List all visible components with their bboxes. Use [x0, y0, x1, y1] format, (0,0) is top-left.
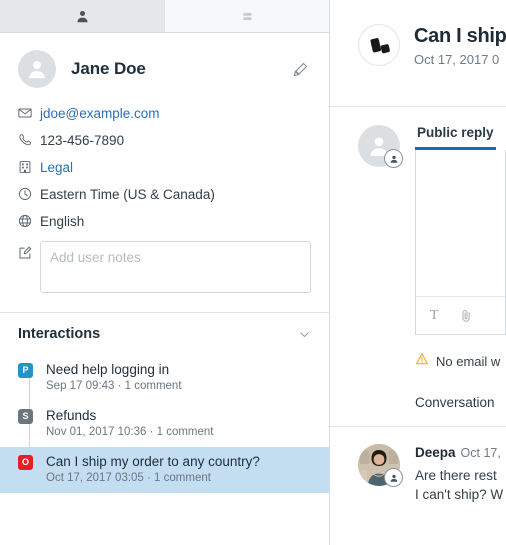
interaction-meta: Oct 17, 2017 03:05 · 1 comment [46, 472, 211, 484]
field-organization-value[interactable]: Legal [40, 156, 73, 177]
field-timezone: Eastern Time (US & Canada) [18, 183, 311, 210]
tab-public-reply[interactable]: Public reply [415, 125, 496, 150]
interaction-meta: Nov 01, 2017 10:36 · 1 comment [46, 426, 214, 438]
edit-profile-button[interactable] [290, 59, 311, 80]
sidebar-tabbar [0, 0, 329, 33]
interactions-title: Interactions [18, 326, 101, 342]
interaction-meta: Sep 17 09:43 · 1 comment [46, 380, 182, 392]
customer-sidebar: Jane Doe jdoe@example.com 123-456-7890 L… [0, 0, 330, 545]
interaction-body: Can I ship my order to any country? Oct … [46, 453, 260, 484]
interactions-list: P Need help logging in Sep 17 09:43 · 1 … [0, 355, 329, 493]
message-line: Are there rest [415, 468, 497, 483]
no-email-warning: No email w [415, 352, 506, 371]
interactions-section: Interactions P Need help logging in Sep … [0, 313, 329, 493]
conversation-date: Oct 17, 2017 0 [414, 52, 500, 67]
conversation-title-wrap: Can I ship Oct 17, 2017 0 [414, 24, 506, 67]
envelope-icon [18, 102, 40, 120]
pencil-icon [293, 62, 308, 81]
chevron-down-icon[interactable] [298, 328, 311, 341]
message-item: Deepa Oct 17, Are there rest I can't ship… [330, 427, 506, 504]
interactions-header[interactable]: Interactions [18, 313, 311, 355]
person-badge-icon [384, 468, 403, 487]
field-email-value[interactable]: jdoe@example.com [40, 102, 160, 123]
reply-editor-input[interactable] [416, 150, 505, 296]
clock-icon [18, 183, 40, 201]
list-item[interactable]: O Can I ship my order to any country? Oc… [0, 447, 329, 493]
field-email: jdoe@example.com [18, 102, 311, 129]
interaction-subject: Refunds [46, 408, 97, 423]
user-notes-input[interactable] [40, 241, 311, 293]
interaction-subject: Can I ship my order to any country? [46, 454, 260, 469]
field-phone: 123-456-7890 [18, 129, 311, 156]
conversation-label: Conversation [415, 395, 495, 410]
text-format-icon[interactable]: T [430, 307, 439, 323]
field-timezone-value: Eastern Time (US & Canada) [40, 187, 215, 202]
person-icon [76, 10, 89, 23]
avatar [358, 125, 403, 168]
warning-triangle-icon [415, 352, 429, 371]
building-icon [18, 156, 40, 174]
tab-customer-profile[interactable] [0, 0, 164, 32]
message-date: Oct 17, [460, 446, 501, 460]
field-phone-value: 123-456-7890 [40, 133, 125, 148]
interaction-subject: Need help logging in [46, 362, 170, 377]
page-title: Jane Doe [71, 59, 146, 78]
person-badge-icon [384, 149, 403, 168]
field-language-value: English [40, 214, 85, 229]
avatar [18, 50, 56, 88]
paperclip-icon[interactable] [459, 309, 473, 323]
phone-icon [18, 129, 40, 147]
field-organization: Legal [18, 156, 311, 183]
text-format-glyph: T [430, 307, 439, 323]
interaction-badge: S [18, 409, 33, 424]
app-root: Jane Doe jdoe@example.com 123-456-7890 L… [0, 0, 506, 545]
customer-fields: jdoe@example.com 123-456-7890 Legal East… [0, 102, 329, 298]
message-author: Deepa [415, 445, 456, 460]
editor-toolbar: T [416, 296, 505, 334]
conversation-panel: Can I ship Oct 17, 2017 0 Public reply T… [330, 0, 506, 545]
no-email-warning-text: No email w [436, 354, 501, 369]
reply-editor[interactable]: T [415, 150, 506, 335]
interaction-badge: O [18, 455, 33, 470]
reply-composer: Public reply T No email w Conversation [330, 107, 506, 410]
avatar [358, 444, 403, 487]
cards-list-icon [241, 10, 254, 23]
message-header: Deepa Oct 17, [415, 444, 503, 462]
tab-related-items[interactable] [164, 0, 329, 32]
list-item[interactable]: S Refunds Nov 01, 2017 10:36 · 1 comment [0, 401, 329, 447]
list-item[interactable]: P Need help logging in Sep 17 09:43 · 1 … [0, 355, 329, 401]
interaction-body: Need help logging in Sep 17 09:43 · 1 co… [46, 361, 182, 392]
user-notes-wrapper [40, 239, 311, 298]
interaction-badge: P [18, 363, 33, 378]
profile-header: Jane Doe [0, 33, 329, 88]
conversation-title: Can I ship [414, 25, 506, 47]
brand-logo-icon [358, 24, 400, 66]
composer-tabs: Public reply [415, 125, 506, 150]
message-line: I can't ship? W [415, 487, 504, 502]
composer-column: Public reply T No email w Conversation [415, 125, 506, 410]
interaction-body: Refunds Nov 01, 2017 10:36 · 1 comment [46, 407, 214, 438]
note-edit-icon [18, 239, 40, 260]
field-notes [18, 239, 311, 298]
message-body: Deepa Oct 17, Are there rest I can't ship… [415, 444, 503, 504]
conversation-header: Can I ship Oct 17, 2017 0 [330, 0, 506, 80]
field-language: English [18, 210, 311, 237]
globe-icon [18, 210, 40, 228]
profile-row: Jane Doe [18, 50, 311, 88]
